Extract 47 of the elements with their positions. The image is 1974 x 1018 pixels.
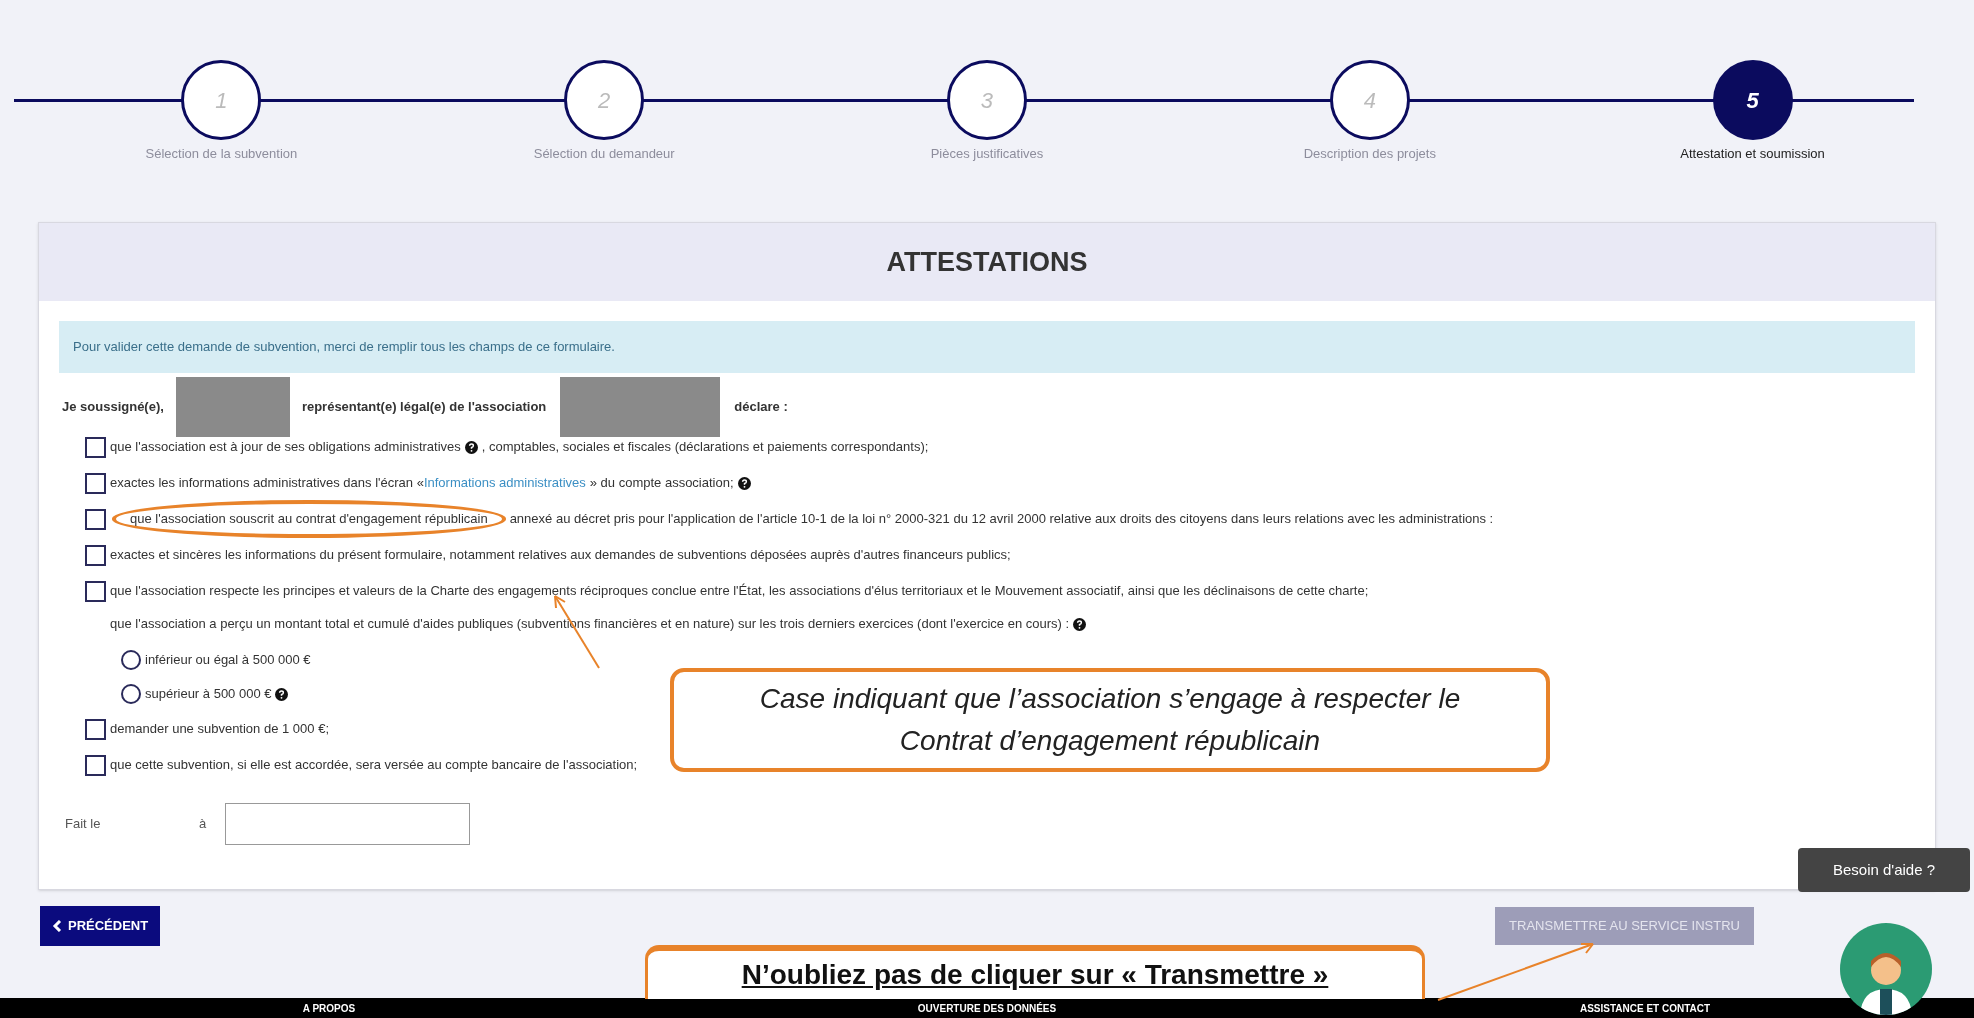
- declaration-text: représentant(e) légal(e) de l'association: [301, 398, 547, 417]
- step-label: Pièces justificatives: [930, 145, 1044, 163]
- checkbox[interactable]: [85, 580, 106, 602]
- item-text: , comptables, sociales et fiscales (déclarations et paiements correspondants);: [481, 438, 929, 457]
- checkbox[interactable]: [85, 754, 106, 776]
- radio-button[interactable]: [121, 684, 141, 704]
- item-text: demander une subvention de 1 000 €;: [110, 720, 329, 739]
- item-text: supérieur à 500 000 €: [145, 685, 272, 704]
- item-text: que l'association respecte les principes et valeurs de la Charte des engagements réciproques conclue entre l'État, les associations d'élus territoriaux et le Mouvement associatif, ainsi que les déclinaisons de cette charte;: [110, 582, 1369, 601]
- step-label: Attestation et soumission: [1680, 145, 1825, 163]
- item-text: que l'association est à jour de ses obligations administratives: [110, 438, 461, 457]
- item-text: que cette subvention, si elle est accordée, sera versée au compte bancaire de l'association;: [110, 756, 638, 775]
- help-icon[interactable]: [1073, 617, 1087, 631]
- help-icon[interactable]: [737, 476, 751, 490]
- footer-link[interactable]: A PROPOS: [0, 1000, 658, 1016]
- checkbox[interactable]: [85, 718, 106, 740]
- place-input-field[interactable]: [225, 803, 470, 845]
- place-label: à: [199, 815, 208, 834]
- checkbox[interactable]: [85, 544, 106, 566]
- declaration-text: déclare :: [734, 398, 788, 417]
- previous-button[interactable]: PRÉCÉDENT: [40, 906, 161, 946]
- annotation-callout: N’oubliez pas de cliquer sur « Transmettre »: [645, 945, 1425, 999]
- radio-button[interactable]: [121, 650, 141, 670]
- step-label: Sélection du demandeur: [533, 145, 675, 163]
- info-text: Pour valider cette demande de subvention, merci de remplir tous les champs de ce formulaire.: [73, 338, 615, 357]
- panel-title: ATTESTATIONS: [886, 245, 1088, 279]
- item-text: » du compte association;: [589, 474, 734, 493]
- checkbox[interactable]: [85, 508, 106, 530]
- footer-link[interactable]: OUVERTURE DES DONNÉES: [658, 1000, 1316, 1016]
- checkbox[interactable]: [85, 436, 106, 458]
- step-label: Sélection de la subvention: [145, 145, 298, 163]
- chevron-left-icon: [52, 920, 62, 932]
- step-label: Description des projets: [1303, 145, 1436, 163]
- footer-link[interactable]: ASSISTANCE ET CONTACT: [1316, 1000, 1974, 1016]
- info-link[interactable]: Informations administratives: [423, 473, 586, 493]
- item-text: inférieur ou égal à 500 000 €: [145, 651, 311, 670]
- item-text: exactes et sincères les informations du présent formulaire, notamment relatives aux demandes de subventions déposées auprès d'autres financeurs publics;: [110, 546, 1011, 565]
- help-icon[interactable]: [275, 687, 289, 701]
- item-text: annexé au décret pris pour l'application de l'article 10-1 de la loi n° 2000-321 du 12 avril 2000 relative aux droits des citoyens dans leurs relations avec les administrations :: [509, 510, 1494, 529]
- declaration-text: Je soussigné(e),: [62, 398, 164, 417]
- circled-text: que l'association souscrit au contrat d'engagement républicain: [112, 500, 506, 538]
- checkbox[interactable]: [85, 472, 106, 494]
- date-label: Fait le: [64, 815, 102, 834]
- help-tooltip: Besoin d'aide ?: [1798, 848, 1970, 892]
- item-text: exactes les informations administratives dans l'écran «: [110, 474, 424, 493]
- annotation-callout: Case indiquant que l’association s’engage à respecter le Contrat d’engagement républicain: [670, 668, 1550, 772]
- help-icon[interactable]: [464, 440, 478, 454]
